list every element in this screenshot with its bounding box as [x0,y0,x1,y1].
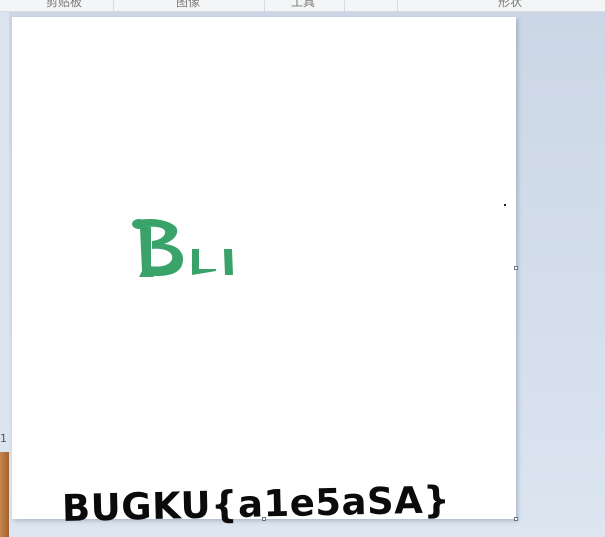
ribbon-group-clipboard[interactable]: 剪贴板 [20,0,108,11]
ribbon-group-image[interactable]: 图像 [140,0,236,11]
bu-logo [132,219,233,277]
left-edge-wallpaper [0,452,9,537]
ribbon-group-tools[interactable]: 工具 [268,0,338,11]
ribbon-separator [113,0,114,11]
resize-handle-corner[interactable] [514,517,518,521]
resize-handle-right[interactable] [514,266,518,270]
ribbon-separator [397,0,398,11]
ruler-mark: 1 [0,432,7,445]
ribbon-toolbar: 剪贴板 图像 工具 形状 [0,0,605,12]
stray-pixel [504,204,506,206]
ribbon-separator [344,0,345,11]
ribbon-group-shapes[interactable]: 形状 [470,0,550,11]
drawing-canvas[interactable]: BUGKU{a1e5aSA} [12,17,516,530]
flag-text: BUGKU{a1e5aSA} [61,478,451,530]
resize-handle-bottom[interactable] [262,517,266,521]
ribbon-separator [264,0,265,11]
